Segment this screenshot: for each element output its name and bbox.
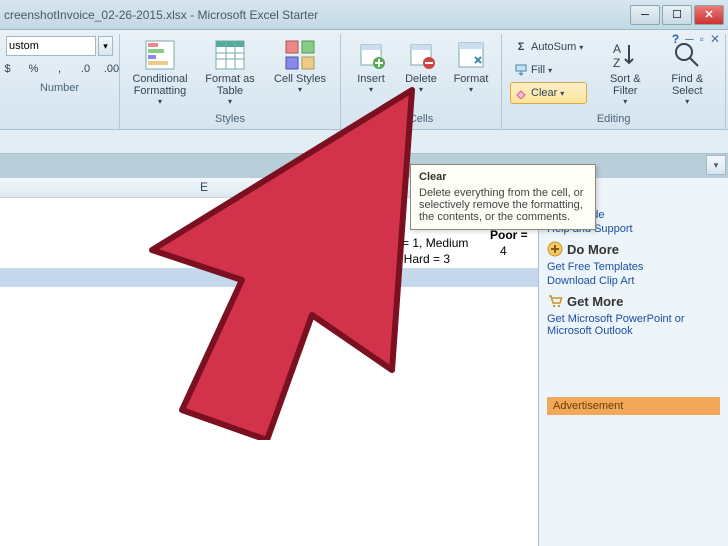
advertisement-header: Advertisement [547, 397, 720, 415]
cell-styles-button[interactable]: Cell Styles▾ [266, 36, 334, 97]
increase-decimal-icon[interactable]: .0 [74, 58, 98, 80]
svg-text:Z: Z [613, 56, 620, 70]
sort-filter-icon: AZ [609, 39, 641, 71]
formula-bar[interactable] [0, 130, 728, 154]
autosum-button[interactable]: Σ AutoSum ▾ [510, 36, 587, 58]
format-button[interactable]: Format▾ [447, 36, 495, 97]
clear-button[interactable]: Clear ▾ [510, 82, 587, 104]
styles-group-label: Styles [215, 111, 245, 127]
chevron-down-icon: ▾ [228, 97, 232, 106]
cell-text: = 2, Hard = 3 [380, 252, 450, 266]
get-more-header: Get More [547, 293, 720, 309]
number-format-dropdown-icon[interactable]: ▾ [98, 36, 113, 56]
clear-tooltip: Clear Delete everything from the cell, o… [410, 164, 596, 230]
minimize-button[interactable]: ─ [630, 5, 660, 25]
fill-button[interactable]: Fill ▾ [510, 59, 587, 81]
fill-down-icon [514, 63, 528, 77]
window-controls: ─ ☐ ✕ [630, 5, 724, 25]
cells-group: Insert▾ Delete▾ Format▾ Cells [341, 34, 502, 129]
chevron-down-icon: ▾ [369, 85, 373, 94]
currency-icon[interactable]: $ [0, 58, 20, 80]
window-title: creenshotInvoice_02-26-2015.xlsx - Micro… [4, 8, 630, 22]
ribbon-close-icon[interactable]: ✕ [710, 32, 720, 46]
chevron-down-icon: ▾ [469, 85, 473, 94]
styles-group: Conditional Formatting▾ Format as Table▾… [120, 34, 341, 129]
conditional-formatting-button[interactable]: Conditional Formatting▾ [126, 36, 194, 109]
tooltip-title: Clear [419, 171, 587, 183]
chevron-down-icon: ▾ [158, 97, 162, 106]
do-more-header: Do More [547, 241, 720, 257]
ribbon-restore-icon[interactable]: ▫ [700, 32, 704, 46]
conditional-formatting-icon [144, 39, 176, 71]
chevron-down-icon: ▾ [623, 97, 627, 106]
format-as-table-icon [214, 39, 246, 71]
get-office-link[interactable]: Get Microsoft PowerPoint or Microsoft Ou… [547, 313, 720, 337]
chevron-down-icon: ▾ [685, 97, 689, 106]
chevron-down-icon: ▾ [548, 66, 552, 75]
svg-text:A: A [613, 42, 621, 56]
editing-group: Σ AutoSum ▾ Fill ▾ Clear ▾ [502, 34, 726, 129]
sort-filter-button[interactable]: AZ Sort & Filter▾ [595, 36, 655, 109]
chevron-down-icon: ▾ [419, 85, 423, 94]
find-select-button[interactable]: Find & Select▾ [657, 36, 717, 109]
title-bar: creenshotInvoice_02-26-2015.xlsx - Micro… [0, 0, 728, 30]
number-format-select[interactable] [6, 36, 96, 56]
column-header-E[interactable]: E [200, 180, 208, 194]
format-cells-icon [455, 39, 487, 71]
ribbon-minimize-icon[interactable]: ─ [685, 32, 694, 46]
cell-text: Poor = [490, 228, 528, 242]
ribbon: ▾ $ % , .0 .00 Number Conditional Format… [0, 30, 728, 130]
chevron-down-icon: ▾ [579, 43, 583, 52]
selected-row[interactable] [0, 268, 538, 287]
insert-button[interactable]: Insert▾ [347, 36, 395, 97]
percent-icon[interactable]: % [22, 58, 46, 80]
number-group: ▾ $ % , .0 .00 Number [0, 34, 120, 129]
task-pane: Started arted Guide Help and Support Do … [538, 178, 728, 546]
close-button[interactable]: ✕ [694, 5, 724, 25]
help-icon[interactable]: ? [672, 32, 679, 46]
clip-art-link[interactable]: Download Clip Art [547, 275, 720, 287]
editing-group-label: Editing [597, 111, 631, 127]
free-templates-link[interactable]: Get Free Templates [547, 261, 720, 273]
formula-expand-icon[interactable]: ▾ [706, 155, 726, 175]
cell-text: asy = 1, Medium [380, 236, 468, 250]
sigma-icon: Σ [514, 40, 528, 54]
chevron-down-icon: ▾ [298, 85, 302, 94]
number-group-label: Number [40, 80, 79, 96]
tooltip-body: Delete everything from the cell, or sele… [419, 187, 587, 223]
cell-text: 4 [500, 244, 507, 258]
ribbon-help-controls: ? ─ ▫ ✕ [672, 32, 720, 46]
plus-icon [547, 241, 563, 257]
chevron-down-icon: ▾ [560, 89, 564, 98]
delete-cells-icon [405, 39, 437, 71]
eraser-icon [514, 86, 528, 100]
format-as-table-button[interactable]: Format as Table▾ [196, 36, 264, 109]
insert-cells-icon [355, 39, 387, 71]
cells-group-label: Cells [409, 111, 433, 127]
maximize-button[interactable]: ☐ [662, 5, 692, 25]
delete-button[interactable]: Delete▾ [397, 36, 445, 97]
shopping-cart-icon [547, 293, 563, 309]
comma-icon[interactable]: , [48, 58, 72, 80]
cell-styles-icon [284, 39, 316, 71]
